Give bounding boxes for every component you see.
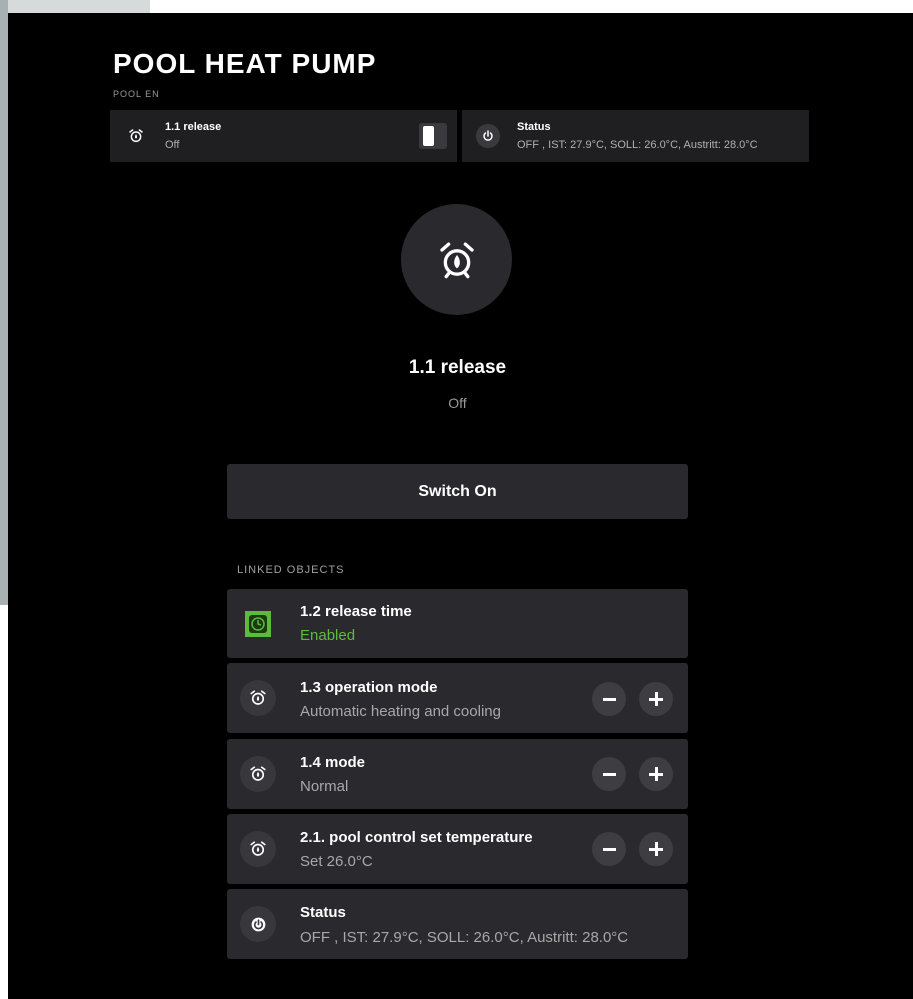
plus-icon bbox=[649, 842, 663, 856]
linked-item-status[interactable]: Status OFF , IST: 27.9°C, SOLL: 26.0°C, … bbox=[227, 889, 688, 959]
minus-icon bbox=[602, 697, 616, 701]
decrease-button[interactable] bbox=[592, 757, 626, 791]
item-value: Enabled bbox=[300, 627, 356, 644]
tile-title: Status bbox=[517, 121, 551, 133]
decrease-button[interactable] bbox=[592, 682, 626, 716]
item-title: 1.4 mode bbox=[300, 754, 366, 771]
release-toggle[interactable] bbox=[419, 123, 447, 149]
minus-icon bbox=[602, 847, 616, 851]
hero-icon-circle bbox=[401, 204, 512, 315]
item-title: 1.2 release time bbox=[300, 603, 412, 620]
alarm-clock-icon bbox=[124, 124, 148, 148]
page-subtitle: POOL EN bbox=[113, 89, 160, 99]
plus-icon bbox=[649, 767, 663, 781]
section-label: LINKED OBJECTS bbox=[237, 564, 345, 576]
clock-icon bbox=[240, 606, 276, 642]
linked-item-operation-mode[interactable]: 1.3 operation mode Automatic heating and… bbox=[227, 663, 688, 733]
linked-item-set-temperature[interactable]: 2.1. pool control set temperature Set 26… bbox=[227, 814, 688, 884]
item-value: Normal bbox=[300, 778, 349, 795]
alarm-clock-icon bbox=[240, 831, 276, 867]
tile-value: OFF , IST: 27.9°C, SOLL: 26.0°C, Austrit… bbox=[517, 139, 758, 151]
plus-icon bbox=[649, 692, 663, 706]
page-title: POOL HEAT PUMP bbox=[113, 48, 377, 79]
alarm-clock-icon bbox=[240, 756, 276, 792]
tile-value: Off bbox=[165, 139, 180, 151]
switch-on-button[interactable]: Switch On bbox=[227, 464, 688, 519]
tile-status[interactable]: Status OFF , IST: 27.9°C, SOLL: 26.0°C, … bbox=[462, 110, 809, 162]
item-title: 1.3 operation mode bbox=[300, 679, 438, 696]
item-value: Set 26.0°C bbox=[300, 853, 373, 870]
power-icon bbox=[240, 906, 276, 942]
item-title: Status bbox=[300, 904, 346, 921]
alarm-clock-icon bbox=[439, 242, 474, 278]
linked-item-release-time[interactable]: 1.2 release time Enabled bbox=[227, 589, 688, 658]
alarm-clock-icon bbox=[240, 680, 276, 716]
background-strip-top bbox=[8, 0, 150, 13]
item-title: 2.1. pool control set temperature bbox=[300, 829, 533, 846]
minus-icon bbox=[602, 772, 616, 776]
hero-value: Off bbox=[448, 395, 467, 411]
increase-button[interactable] bbox=[639, 757, 673, 791]
tile-title: 1.1 release bbox=[165, 121, 222, 133]
tile-release[interactable]: 1.1 release Off bbox=[110, 110, 457, 162]
item-value: OFF , IST: 27.9°C, SOLL: 26.0°C, Austrit… bbox=[300, 929, 629, 946]
item-value: Automatic heating and cooling bbox=[300, 703, 501, 720]
decrease-button[interactable] bbox=[592, 832, 626, 866]
increase-button[interactable] bbox=[639, 832, 673, 866]
increase-button[interactable] bbox=[639, 682, 673, 716]
toggle-knob bbox=[423, 126, 434, 146]
power-icon bbox=[476, 124, 500, 148]
hero-title: 1.1 release bbox=[408, 357, 507, 378]
linked-item-mode[interactable]: 1.4 mode Normal bbox=[227, 739, 688, 809]
background-strip bbox=[0, 0, 8, 605]
